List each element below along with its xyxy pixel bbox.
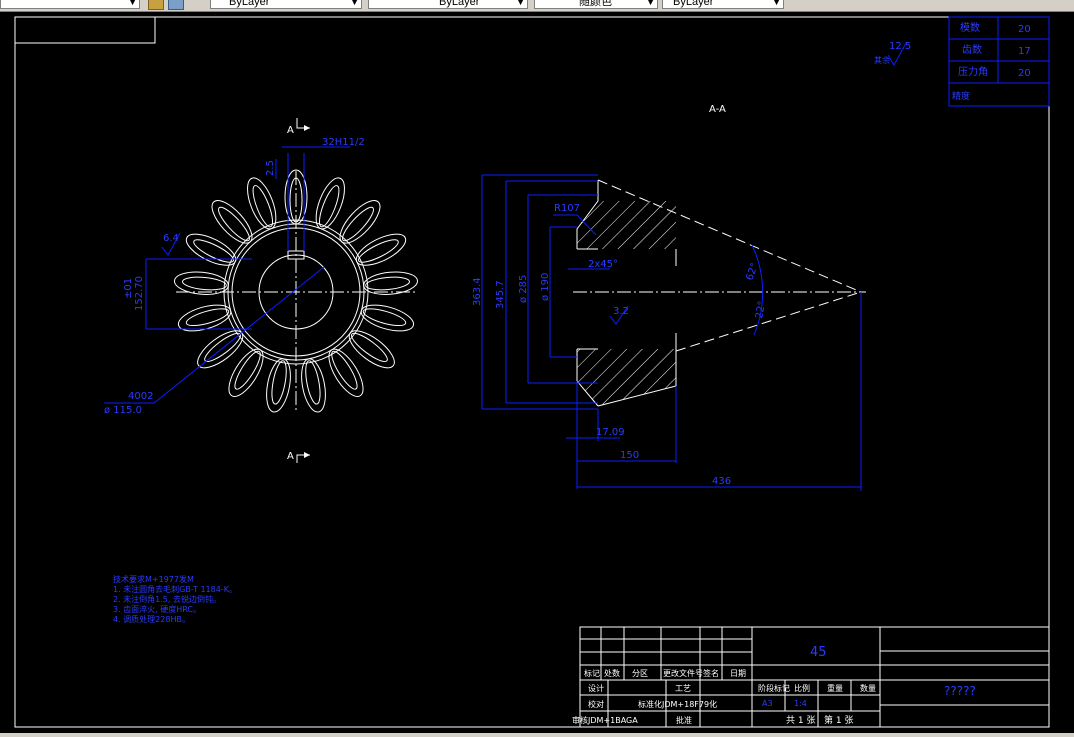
chevron-down-icon: ▼ — [516, 0, 525, 7]
general-roughness-note: 12.5 其余 — [874, 41, 911, 67]
drawing-canvas[interactable]: 模数 20 齿数 17 压力角 20 精度 12.5 其余 A-A A A 32… — [0, 11, 1074, 733]
svg-text:审核JDM+1BAGA: 审核JDM+1BAGA — [572, 715, 638, 725]
dim-bottom-small: 17.09 — [596, 427, 625, 438]
dim-dia: 152.70 — [134, 276, 145, 311]
gear-front-view — [173, 169, 419, 413]
param-label: 齿数 — [962, 43, 982, 56]
dim-436: 436 — [712, 476, 731, 487]
gear-tooth — [228, 348, 264, 397]
svg-text:比例: 比例 — [794, 683, 810, 693]
svg-text:处数: 处数 — [604, 668, 620, 678]
param-label: 精度 — [952, 90, 970, 102]
svg-text:标准化JDM+18F79化: 标准化JDM+18F79化 — [638, 699, 717, 709]
gear-tooth-inner — [185, 308, 230, 327]
gear-tooth — [173, 271, 229, 295]
section-label: A-A — [709, 104, 726, 115]
svg-text:A: A — [287, 451, 294, 462]
code-box — [14, 16, 156, 44]
gear-tooth — [355, 233, 407, 266]
layer-previous-icon[interactable] — [168, 0, 184, 10]
dim-bore: ø 190 — [540, 273, 551, 301]
svg-text:第 1 张: 第 1 张 — [824, 714, 853, 726]
linetype-combo[interactable]: ByLayer ▼ — [368, 0, 528, 9]
dim-inner: ø 285 — [518, 275, 529, 303]
status-bar — [0, 733, 1074, 737]
chevron-down-icon: ▼ — [128, 0, 137, 7]
cut-mark-bottom: A — [287, 451, 310, 463]
note-line: 1. 未注圆角去毛刺GB-T 1184-K。 — [113, 584, 237, 594]
gear-tooth — [328, 348, 364, 397]
svg-text:工艺: 工艺 — [675, 684, 691, 693]
leader-bottom: ø 115.0 — [104, 405, 142, 416]
gear-parameter-table: 模数 20 齿数 17 压力角 20 精度 — [948, 16, 1050, 107]
gear-tooth-inner — [365, 276, 411, 291]
svg-text:其余: 其余 — [874, 55, 890, 65]
svg-text:日期: 日期 — [730, 669, 746, 678]
title-block: 45 ????? 标记 处数 分区 更改文件号 签名 日期 设计 校对 审核JD… — [572, 626, 1050, 728]
lineweight-combo[interactable]: 随颜色 ▼ — [534, 0, 658, 9]
roughness-front: 6.4 — [163, 233, 179, 244]
dim-dia-tol: ±01 — [123, 278, 134, 299]
gear-tooth-inner — [193, 239, 234, 263]
svg-text:批准: 批准 — [676, 715, 692, 725]
dim-mid: 345.7 — [495, 280, 506, 309]
param-label: 压力角 — [958, 65, 988, 78]
dim-150: 150 — [620, 450, 639, 461]
chamfer-label: 2x45° — [588, 259, 618, 270]
dim-outer: 363.4 — [472, 277, 483, 306]
roughness-section: 3.2 — [613, 306, 629, 317]
gear-tooth — [197, 330, 244, 369]
param-value: 17 — [1018, 46, 1031, 57]
gear-tooth — [348, 330, 395, 369]
dim-key: 32H11/2 — [322, 137, 365, 148]
param-label: 模数 — [960, 21, 980, 34]
gear-tooth-inner — [181, 276, 227, 291]
gear-tooth-inner — [358, 239, 399, 263]
gear-tooth — [363, 271, 419, 295]
material-label: 45 — [810, 645, 827, 660]
gear-tooth-inner — [362, 308, 407, 327]
svg-text:共 1 张: 共 1 张 — [786, 715, 815, 726]
svg-text:A: A — [287, 125, 294, 136]
cut-mark-top: A — [287, 118, 310, 136]
leader-top: 4002 — [128, 391, 153, 402]
svg-text:设计: 设计 — [588, 683, 604, 693]
note-line: 技术要求M+1977发M — [113, 574, 194, 584]
svg-text:更改文件号: 更改文件号 — [663, 668, 703, 678]
gear-tooth — [185, 233, 237, 266]
dim-top: 2.5 — [265, 160, 276, 176]
svg-text:标记: 标记 — [584, 668, 600, 678]
svg-text:分区: 分区 — [632, 669, 648, 678]
chevron-down-icon: ▼ — [350, 0, 359, 7]
svg-text:12.5: 12.5 — [889, 41, 911, 52]
chevron-down-icon: ▼ — [772, 0, 781, 7]
technical-notes: 技术要求M+1977发M 1. 未注圆角去毛刺GB-T 1184-K。 2. 未… — [113, 574, 237, 624]
gear-tooth-inner — [318, 185, 340, 228]
gear-tooth-inner — [252, 185, 274, 228]
param-value: 20 — [1018, 24, 1031, 35]
svg-text:A3: A3 — [762, 699, 773, 708]
svg-text:签名: 签名 — [703, 668, 719, 678]
color-combo[interactable]: ByLayer ▼ — [210, 0, 362, 9]
svg-text:重量: 重量 — [827, 683, 843, 693]
svg-text:校对: 校对 — [588, 699, 604, 709]
angle-upper: 62° — [744, 262, 760, 282]
layer-combo[interactable]: ▼ — [0, 0, 140, 9]
param-value: 20 — [1018, 68, 1031, 79]
note-line: 4. 调质处理228HB。 — [113, 614, 190, 624]
svg-text:1:4: 1:4 — [794, 699, 807, 708]
gear-section-view — [573, 179, 866, 407]
svg-text:阶段标记: 阶段标记 — [758, 683, 790, 693]
note-line: 2. 未注倒角1.5, 去锐边倒钝。 — [113, 594, 221, 604]
chevron-down-icon: ▼ — [646, 0, 655, 7]
fillet-label: R107 — [554, 203, 580, 214]
svg-text:数量: 数量 — [860, 683, 876, 693]
drawing-number: ????? — [944, 684, 976, 698]
note-line: 3. 齿面淬火, 硬度HRC。 — [113, 604, 201, 614]
angle-lower: 22° — [754, 300, 768, 319]
plotstyle-combo[interactable]: ByLayer ▼ — [662, 0, 784, 9]
layer-state-icon[interactable] — [148, 0, 164, 10]
